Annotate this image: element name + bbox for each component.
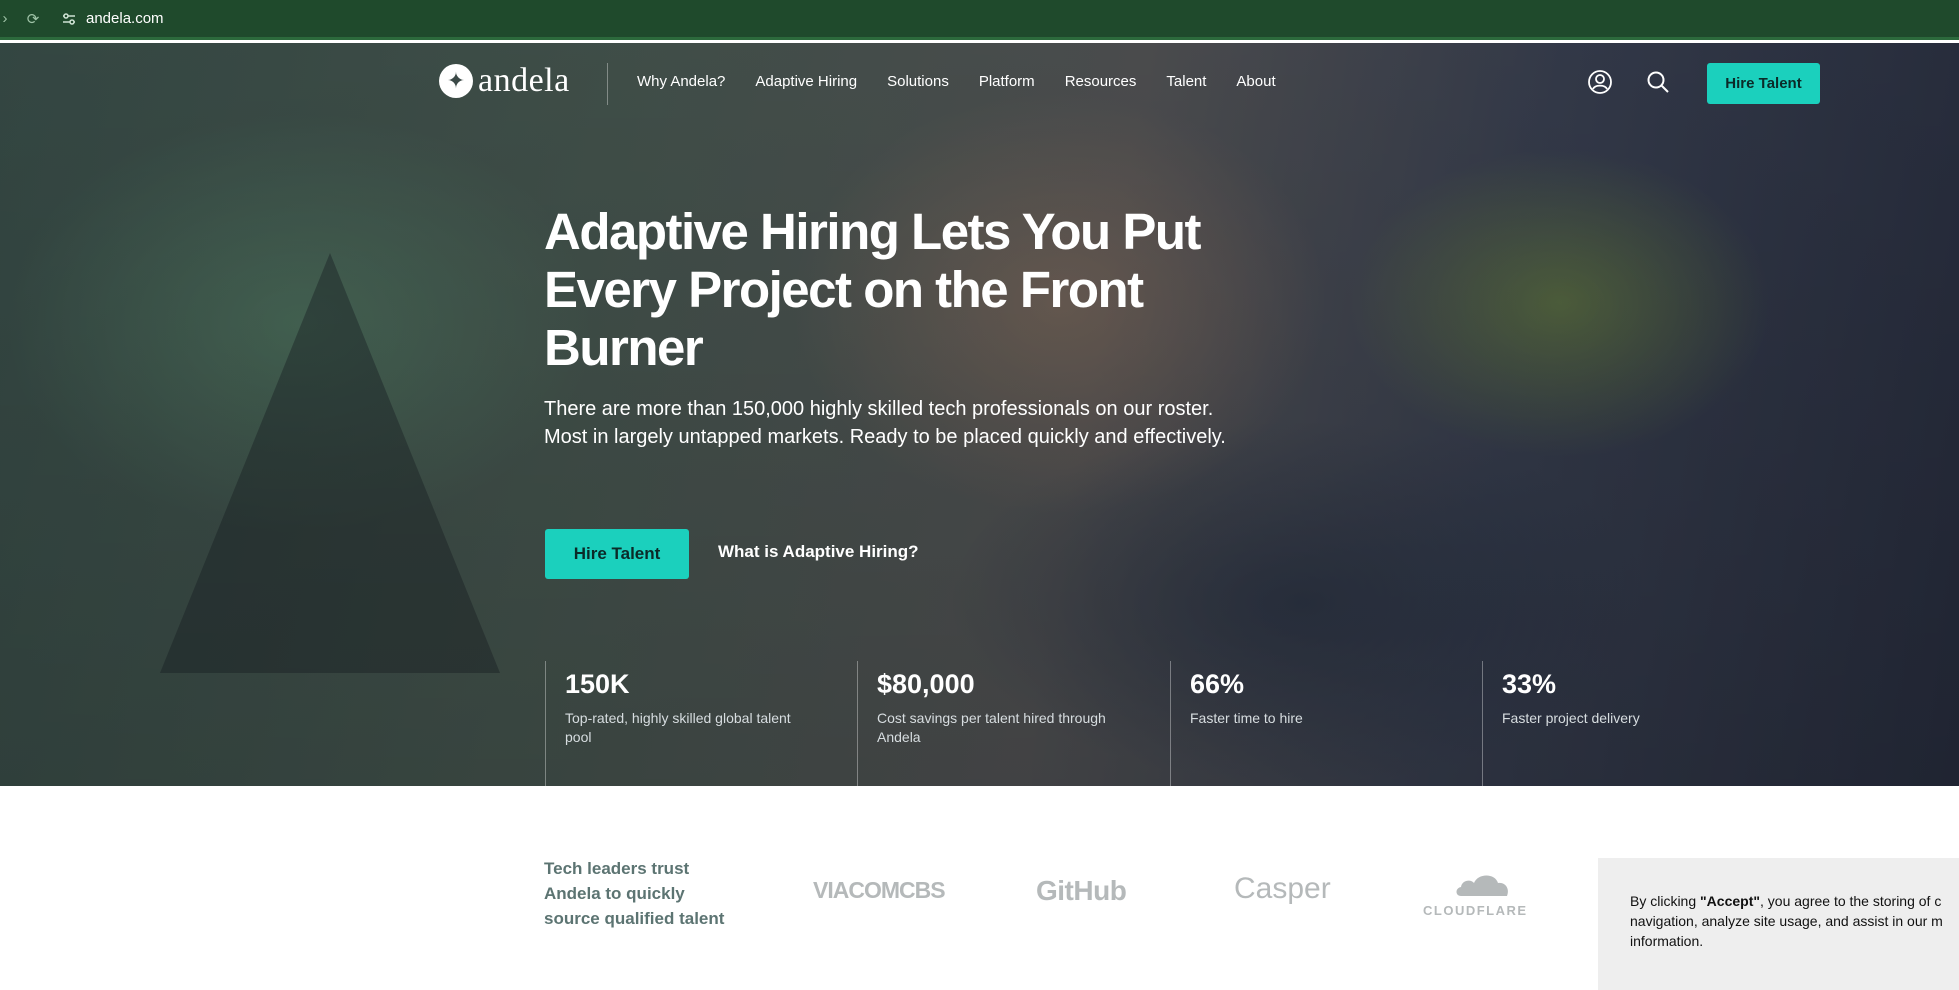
cookie-line-2: navigation, analyze site usage, and assi…	[1630, 913, 1943, 929]
hire-talent-button[interactable]: Hire Talent	[545, 529, 689, 579]
browser-toolbar: › ⟳ andela.com	[0, 0, 1959, 40]
site-settings-icon[interactable]	[60, 10, 78, 28]
nav-resources[interactable]: Resources	[1065, 73, 1137, 90]
stat-talent-pool: 150K Top-rated, highly skilled global ta…	[545, 661, 855, 786]
casper-logo: Casper	[1234, 872, 1331, 905]
nav-platform[interactable]: Platform	[979, 73, 1035, 90]
nav-solutions[interactable]: Solutions	[887, 73, 949, 90]
main-nav: Why Andela? Adaptive Hiring Solutions Pl…	[637, 73, 1276, 90]
nav-why-andela[interactable]: Why Andela?	[637, 73, 725, 90]
andela-logo[interactable]: ✦ andela	[439, 62, 570, 100]
stat-value: 66%	[1190, 669, 1245, 699]
hero-title: Adaptive Hiring Lets You Put Every Proje…	[544, 203, 1202, 376]
github-logo: GitHub	[1036, 875, 1127, 906]
nav-adaptive-hiring[interactable]: Adaptive Hiring	[755, 73, 857, 90]
forward-icon[interactable]: ›	[0, 10, 14, 27]
cookie-line-3: information.	[1630, 933, 1704, 949]
stat-value: $80,000	[877, 669, 975, 699]
cookie-line-1-rest: , you agree to the storing of c	[1760, 893, 1942, 909]
cookie-line-1: By clicking "Accept", you agree to the s…	[1630, 891, 1959, 911]
hero-subtitle: There are more than 150,000 highly skill…	[544, 398, 1226, 448]
stat-time-to-hire: 66% Faster time to hire	[1170, 661, 1480, 786]
site-header: ✦ andela Why Andela? Adaptive Hiring Sol…	[0, 43, 1959, 127]
andela-logo-icon: ✦	[439, 64, 473, 98]
viacomcbs-logo: VIACOMCBS	[813, 877, 946, 903]
stat-label: Faster time to hire	[1190, 710, 1303, 726]
nav-about[interactable]: About	[1236, 73, 1275, 90]
header-divider	[607, 63, 608, 105]
stat-label: Top-rated, highly skilled global talent …	[565, 710, 791, 745]
header-hire-talent-button[interactable]: Hire Talent	[1707, 63, 1820, 104]
search-icon[interactable]	[1645, 69, 1671, 95]
logo-text: andela	[478, 62, 570, 99]
hero-section: ✦ andela Why Andela? Adaptive Hiring Sol…	[0, 43, 1959, 786]
nav-talent[interactable]: Talent	[1166, 73, 1206, 90]
user-account-icon[interactable]	[1587, 69, 1613, 95]
stat-label: Cost savings per talent hired through An…	[877, 710, 1106, 745]
stat-cost-savings: $80,000 Cost savings per talent hired th…	[857, 661, 1167, 786]
cookie-banner: By clicking "Accept", you agree to the s…	[1598, 858, 1959, 990]
cookie-accept-word: "Accept"	[1700, 893, 1760, 909]
stat-label: Faster project delivery	[1502, 710, 1640, 726]
stat-project-delivery: 33% Faster project delivery	[1482, 661, 1792, 786]
trust-heading: Tech leaders trust Andela to quickly sou…	[544, 859, 725, 928]
stat-value: 33%	[1502, 669, 1557, 699]
stat-value: 150K	[565, 669, 630, 699]
cookie-prefix: By clicking	[1630, 893, 1701, 909]
address-bar[interactable]: andela.com	[86, 10, 164, 27]
what-is-adaptive-hiring-link[interactable]: What is Adaptive Hiring?	[718, 542, 919, 562]
cloudflare-wordmark: CLOUDFLARE	[1423, 903, 1528, 918]
cloud-icon	[1456, 875, 1508, 896]
cloudflare-logo: CLOUDFLARE	[1423, 870, 1543, 918]
reload-icon[interactable]: ⟳	[24, 10, 42, 28]
